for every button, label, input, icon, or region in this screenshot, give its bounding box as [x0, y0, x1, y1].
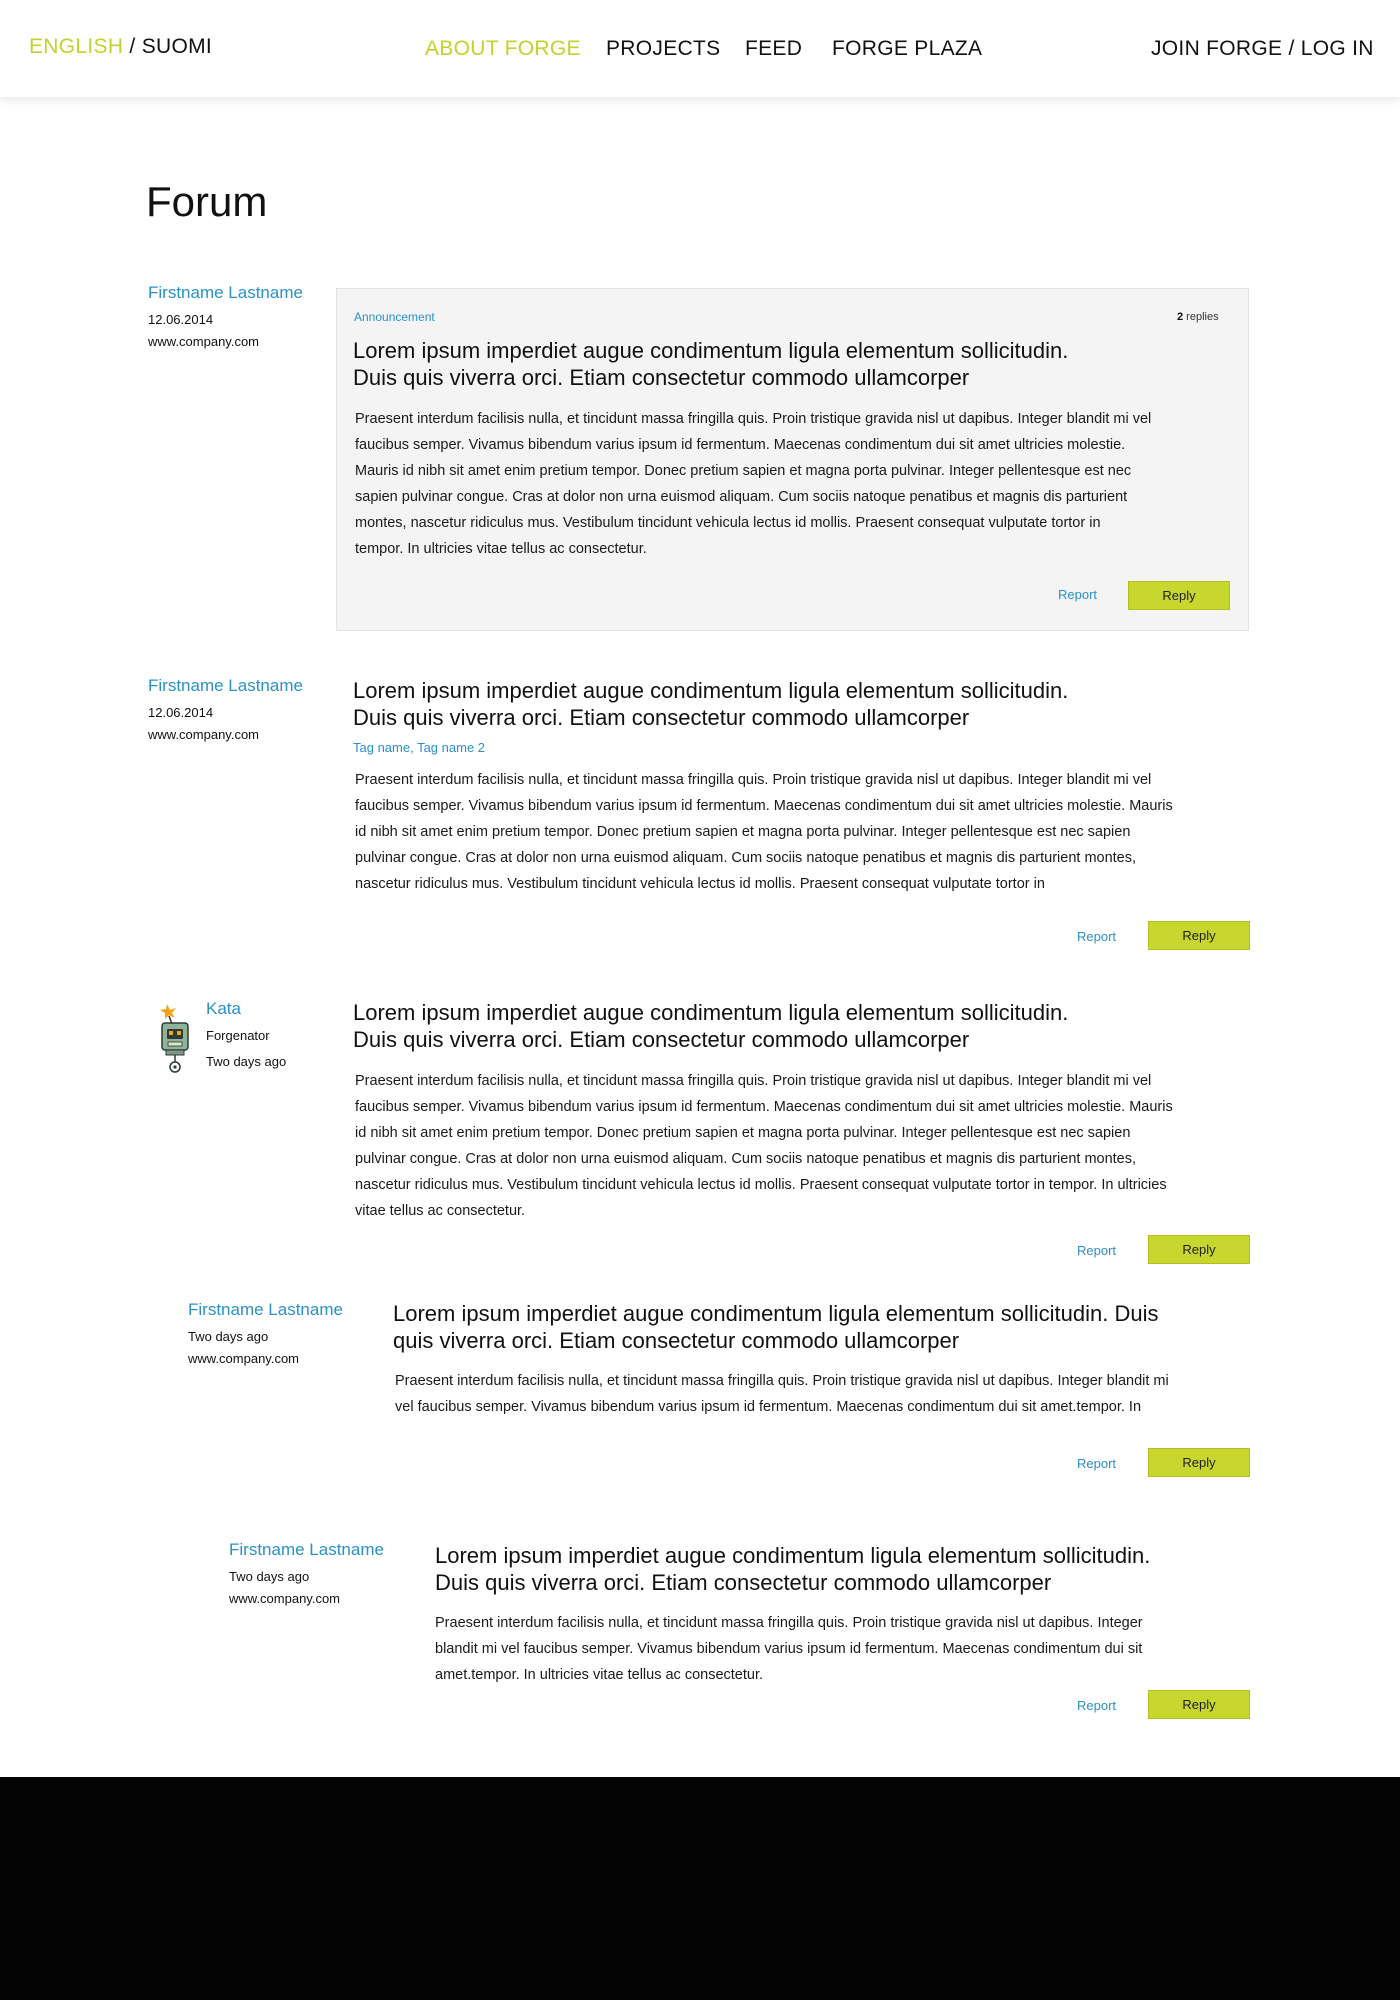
author-name-link[interactable]: Firstname Lastname: [148, 283, 303, 303]
nav-about-forge[interactable]: ABOUT FORGE: [425, 37, 581, 61]
author-website: www.company.com: [148, 727, 260, 742]
post-time: Two days ago: [188, 1329, 269, 1344]
post-date: 12.06.2014: [148, 312, 214, 327]
post-author-meta: Kata Forgenator Two days ago: [206, 999, 286, 1069]
post-title-line: Lorem ipsum imperdiet augue condimentum …: [393, 1301, 1159, 1326]
reply-button[interactable]: Reply: [1148, 1235, 1250, 1264]
post-body-line: Praesent interdum facilisis nulla, et ti…: [355, 1073, 1152, 1089]
post-body-line: blandit mi vel faucibus semper. Vivamus …: [435, 1641, 1143, 1657]
post-body: Praesent interdum facilisis nulla, et ti…: [435, 1610, 1265, 1688]
post-content: Lorem ipsum imperdiet augue condimentum …: [353, 999, 1253, 1224]
reply-button[interactable]: Reply: [1148, 1690, 1250, 1719]
report-link[interactable]: Report: [1077, 1456, 1116, 1471]
post-body-line: pulvinar congue. Cras at dolor non urna …: [355, 850, 1137, 866]
nav-feed[interactable]: FEED: [745, 37, 802, 61]
post-title-line: Duis quis viverra orci. Etiam consectetu…: [353, 1027, 970, 1052]
post-title-line: quis viverra orci. Etiam consectetur com…: [393, 1328, 960, 1353]
post-body-line: faucibus semper. Vivamus bibendum varius…: [355, 437, 1126, 453]
post-body-line: pulvinar congue. Cras at dolor non urna …: [355, 1151, 1137, 1167]
author-name-link[interactable]: Firstname Lastname: [148, 676, 303, 696]
author-name-link[interactable]: Kata: [206, 999, 286, 1019]
language-switcher: ENGLISH / SUOMI: [29, 35, 212, 59]
robot-avatar-icon[interactable]: [157, 1002, 201, 1074]
post-body: Praesent interdum facilisis nulla, et ti…: [353, 406, 1233, 562]
post-title: Lorem ipsum imperdiet augue condimentum …: [393, 1300, 1263, 1354]
replies-text: replies: [1183, 311, 1219, 323]
author-website: www.company.com: [229, 1591, 341, 1606]
site-footer: [0, 1777, 1400, 2000]
post-body-line: faucibus semper. Vivamus bibendum varius…: [355, 1099, 1173, 1115]
post-body-line: vitae tellus ac consectetur.: [355, 1203, 526, 1219]
author-website: www.company.com: [188, 1351, 300, 1366]
post-date: 12.06.2014: [148, 705, 214, 720]
post-content: Lorem ipsum imperdiet augue condimentum …: [353, 337, 1233, 562]
post-title: Lorem ipsum imperdiet augue condimentum …: [353, 337, 1233, 391]
author-role: Forgenator: [206, 1028, 270, 1043]
post-body-line: id nibh sit amet enim pretium tempor. Do…: [355, 1125, 1131, 1141]
language-separator: /: [123, 35, 142, 58]
post-body-line: amet.tempor. In ultricies vitae tellus a…: [435, 1667, 764, 1683]
post-title-line: Lorem ipsum imperdiet augue condimentum …: [435, 1543, 1151, 1568]
join-login-link[interactable]: JOIN FORGE / LOG IN: [1151, 37, 1374, 61]
post-body-line: vel faucibus semper. Vivamus bibendum va…: [395, 1399, 1142, 1415]
post-title-line: Lorem ipsum imperdiet augue condimentum …: [353, 678, 1069, 703]
post-author-meta: Firstname Lastname Two days ago www.comp…: [188, 1300, 343, 1366]
post-body-line: tempor. In ultricies vitae tellus ac con…: [355, 541, 647, 557]
announcement-label: Announcement: [354, 310, 435, 324]
post-content: Lorem ipsum imperdiet augue condimentum …: [393, 1300, 1263, 1420]
page-title: Forum: [146, 178, 268, 225]
post-title: Lorem ipsum imperdiet augue condimentum …: [435, 1542, 1265, 1596]
post-body-line: montes, nascetur ridiculus mus. Vestibul…: [355, 515, 1101, 531]
post-body-line: Praesent interdum facilisis nulla, et ti…: [355, 772, 1152, 788]
post-time: Two days ago: [206, 1054, 287, 1069]
reply-button[interactable]: Reply: [1128, 581, 1230, 610]
post-author-meta: Firstname Lastname 12.06.2014 www.compan…: [148, 283, 303, 349]
report-link[interactable]: Report: [1058, 587, 1097, 602]
post-author-meta: Firstname Lastname Two days ago www.comp…: [229, 1540, 384, 1606]
post-title-line: Lorem ipsum imperdiet augue condimentum …: [353, 338, 1069, 363]
post-title: Lorem ipsum imperdiet augue condimentum …: [353, 999, 1253, 1053]
post-body-line: sapien pulvinar congue. Cras at dolor no…: [355, 489, 1128, 505]
post-body-line: nascetur ridiculus mus. Vestibulum tinci…: [355, 1177, 1167, 1193]
post-body-line: Praesent interdum facilisis nulla, et ti…: [435, 1615, 1143, 1631]
author-website: www.company.com: [148, 334, 260, 349]
post-time: Two days ago: [229, 1569, 310, 1584]
report-link[interactable]: Report: [1077, 1698, 1116, 1713]
post-title-line: Duis quis viverra orci. Etiam consectetu…: [353, 365, 970, 390]
nav-forge-plaza[interactable]: FORGE PLAZA: [832, 37, 982, 61]
author-name-link[interactable]: Firstname Lastname: [188, 1300, 343, 1320]
site-header: ENGLISH / SUOMI ABOUT FORGE PROJECTS FEE…: [0, 0, 1400, 97]
author-name-link[interactable]: Firstname Lastname: [229, 1540, 384, 1560]
reply-button[interactable]: Reply: [1148, 921, 1250, 950]
post-body-line: nascetur ridiculus mus. Vestibulum tinci…: [355, 876, 1045, 892]
post-body-line: Praesent interdum facilisis nulla, et ti…: [355, 411, 1152, 427]
post-tags[interactable]: Tag name, Tag name 2: [353, 740, 1253, 755]
post-body: Praesent interdum facilisis nulla, et ti…: [353, 767, 1253, 897]
post-body: Praesent interdum facilisis nulla, et ti…: [353, 1068, 1253, 1224]
report-link[interactable]: Report: [1077, 929, 1116, 944]
language-suomi-link[interactable]: SUOMI: [142, 35, 212, 58]
post-body-line: Praesent interdum facilisis nulla, et ti…: [395, 1373, 1169, 1389]
nav-projects[interactable]: PROJECTS: [606, 37, 720, 61]
post-title-line: Lorem ipsum imperdiet augue condimentum …: [353, 1000, 1069, 1025]
post-content: Lorem ipsum imperdiet augue condimentum …: [435, 1542, 1265, 1688]
replies-count: 2 replies: [1177, 311, 1219, 323]
post-body: Praesent interdum facilisis nulla, et ti…: [393, 1368, 1263, 1420]
post-body-line: faucibus semper. Vivamus bibendum varius…: [355, 798, 1173, 814]
post-body-line: Mauris id nibh sit amet enim pretium tem…: [355, 463, 1132, 479]
language-english-link[interactable]: ENGLISH: [29, 35, 123, 58]
post-title-line: Duis quis viverra orci. Etiam consectetu…: [435, 1570, 1052, 1595]
reply-button[interactable]: Reply: [1148, 1448, 1250, 1477]
post-author-meta: Firstname Lastname 12.06.2014 www.compan…: [148, 676, 303, 742]
post-body-line: id nibh sit amet enim pretium tempor. Do…: [355, 824, 1131, 840]
post-content: Lorem ipsum imperdiet augue condimentum …: [353, 677, 1253, 897]
post-title: Lorem ipsum imperdiet augue condimentum …: [353, 677, 1253, 731]
report-link[interactable]: Report: [1077, 1243, 1116, 1258]
post-title-line: Duis quis viverra orci. Etiam consectetu…: [353, 705, 970, 730]
